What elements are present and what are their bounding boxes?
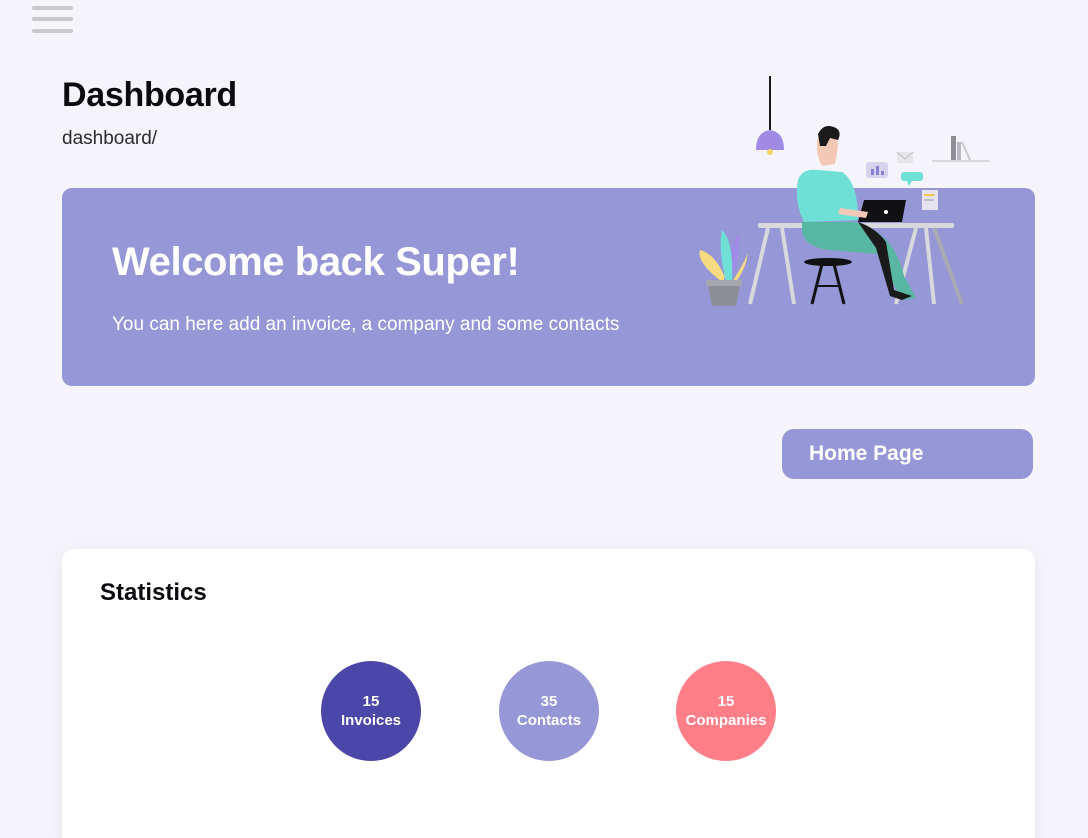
contacts-label: Contacts bbox=[516, 712, 582, 729]
dashboard-page: Dashboard dashboard/ Welcome back Super!… bbox=[0, 0, 1088, 838]
person-working-at-desk-illustration bbox=[699, 76, 990, 306]
statistics-title: Statistics bbox=[100, 579, 207, 606]
menu-bar bbox=[32, 17, 73, 21]
companies-stat[interactable]: 15 Companies bbox=[676, 661, 776, 761]
menu-bar bbox=[32, 29, 73, 33]
menu-bar bbox=[32, 6, 73, 10]
companies-count: 15 bbox=[717, 693, 735, 710]
contacts-stat[interactable]: 35 Contacts bbox=[499, 661, 599, 761]
invoices-count: 15 bbox=[362, 693, 380, 710]
welcome-subtitle: You can here add an invoice, a company a… bbox=[112, 314, 620, 335]
page-title: Dashboard bbox=[62, 76, 237, 114]
companies-label: Companies bbox=[685, 712, 767, 729]
invoices-stat[interactable]: 15 Invoices bbox=[321, 661, 421, 761]
statistics-card: Statistics 15 Invoices 35 Contacts 15 Co… bbox=[62, 549, 1035, 838]
contacts-count: 35 bbox=[540, 693, 558, 710]
invoices-label: Invoices bbox=[340, 712, 402, 729]
home-page-button[interactable]: Home Page bbox=[782, 429, 1033, 479]
welcome-title: Welcome back Super! bbox=[112, 240, 520, 284]
breadcrumb: dashboard/ bbox=[62, 128, 158, 149]
hamburger-menu-icon[interactable] bbox=[32, 6, 74, 34]
